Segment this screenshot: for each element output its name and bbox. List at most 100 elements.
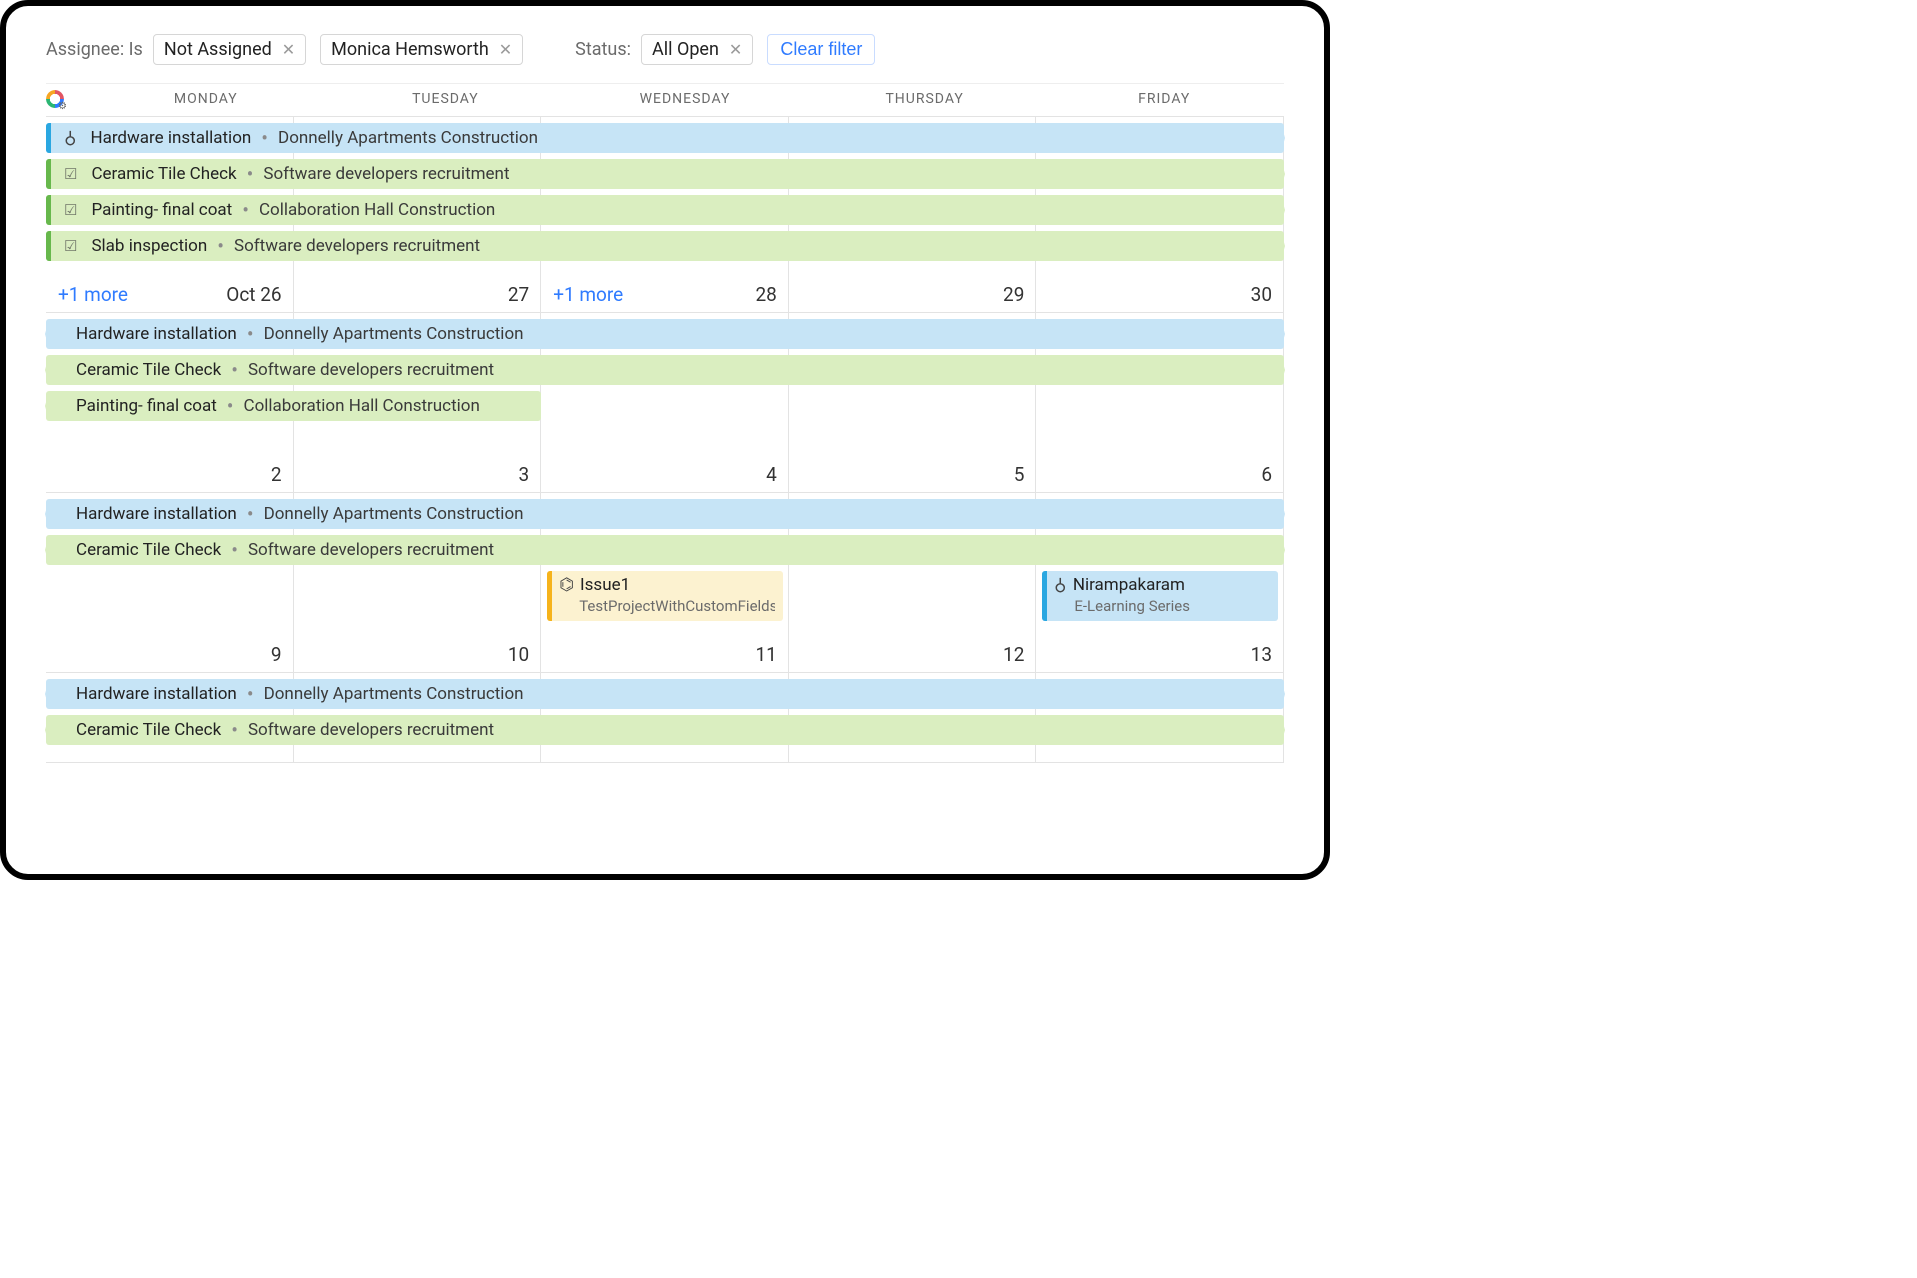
event-project-name: Software developers recruitment <box>248 720 494 740</box>
event-task-name: Ceramic Tile Check <box>76 360 221 380</box>
event-card[interactable]: Nirampakaram E-Learning Series <box>1042 571 1278 621</box>
calendar-week: Hardware installation•Donnelly Apartment… <box>46 673 1284 763</box>
task-icon <box>64 236 83 256</box>
date-row: 2 3 4 5 6 <box>46 463 1284 486</box>
day-header-wed: WEDNESDAY <box>565 91 805 107</box>
event-card-title: Issue1 <box>559 575 630 595</box>
date-number: 30 <box>1251 283 1272 306</box>
gear-icon: ⚙ <box>58 101 68 112</box>
event-bars: Hardware installation•Donnelly Apartment… <box>46 123 1284 261</box>
event-bar[interactable]: Hardware installation•Donnelly Apartment… <box>46 123 1284 153</box>
event-task-name: Slab inspection <box>91 236 207 256</box>
assignee-label: Assignee: Is <box>46 39 143 60</box>
status-label: Status: <box>575 39 631 60</box>
event-project-name: Donnelly Apartments Construction <box>264 504 524 524</box>
event-bars: Hardware installation•Donnelly Apartment… <box>46 319 1284 421</box>
close-icon[interactable]: ✕ <box>729 42 742 58</box>
filter-chip-not-assigned[interactable]: Not Assigned ✕ <box>153 34 306 65</box>
date-number: 3 <box>519 463 530 486</box>
event-bar[interactable]: Hardware installation•Donnelly Apartment… <box>46 679 1284 709</box>
event-task-name: Hardware installation <box>76 324 237 344</box>
calendar-week: Hardware installation•Donnelly Apartment… <box>46 117 1284 313</box>
day-header-fri: FRIDAY <box>1044 91 1284 107</box>
event-bar[interactable]: Ceramic Tile Check•Software developers r… <box>46 535 1284 565</box>
event-card[interactable]: Issue1 TestProjectWithCustomFields <box>547 571 783 621</box>
event-task-name: Ceramic Tile Check <box>91 164 236 184</box>
more-link[interactable]: +1 more <box>58 283 128 306</box>
accent-stripe <box>1042 571 1047 621</box>
date-number: 4 <box>766 463 777 486</box>
date-number: 12 <box>1003 643 1024 666</box>
event-bar[interactable]: Painting- final coat•Collaboration Hall … <box>46 195 1284 225</box>
week-header: ⚙ MONDAY TUESDAY WEDNESDAY THURSDAY FRID… <box>46 90 1284 117</box>
date-number: 29 <box>1003 283 1024 306</box>
accent-stripe <box>46 231 51 261</box>
milestone-icon <box>64 128 82 148</box>
date-number: 11 <box>755 643 776 666</box>
event-project-name: Software developers recruitment <box>248 540 494 560</box>
chip-text: All Open <box>652 39 719 60</box>
event-task-name: Ceramic Tile Check <box>76 540 221 560</box>
accent-stripe <box>46 195 51 225</box>
event-task-name: Hardware installation <box>90 128 251 148</box>
event-bar[interactable]: Ceramic Tile Check•Software developers r… <box>46 355 1284 385</box>
date-number: Oct 26 <box>226 283 281 306</box>
calendar-week: Hardware installation•Donnelly Apartment… <box>46 313 1284 493</box>
event-card-subtitle: TestProjectWithCustomFields <box>559 597 775 615</box>
event-project-name: Software developers recruitment <box>234 236 480 256</box>
date-row: +1 moreOct 2627+1 more282930 <box>46 283 1284 306</box>
task-icon <box>64 164 83 184</box>
date-number: 9 <box>271 643 282 666</box>
event-project-name: Collaboration Hall Construction <box>259 200 495 220</box>
date-number: 27 <box>508 283 529 306</box>
calendar-body: Hardware installation•Donnelly Apartment… <box>46 117 1284 763</box>
filter-chip-status[interactable]: All Open ✕ <box>641 34 753 65</box>
divider <box>46 83 1284 84</box>
date-number: 13 <box>1251 643 1272 666</box>
event-project-name: Donnelly Apartments Construction <box>278 128 538 148</box>
event-card-wrap: Nirampakaram E-Learning Series <box>1036 571 1284 621</box>
date-number: 5 <box>1014 463 1025 486</box>
accent-stripe <box>46 123 51 153</box>
calendar-week: Hardware installation•Donnelly Apartment… <box>46 493 1284 673</box>
event-card-title: Nirampakaram <box>1054 575 1185 595</box>
event-bar[interactable]: Hardware installation•Donnelly Apartment… <box>46 319 1284 349</box>
chip-text: Monica Hemsworth <box>331 39 489 60</box>
accent-stripe <box>46 159 51 189</box>
app-frame: Assignee: Is Not Assigned ✕ Monica Hemsw… <box>0 0 1330 880</box>
event-task-name: Painting- final coat <box>76 396 217 416</box>
event-project-name: Donnelly Apartments Construction <box>264 684 524 704</box>
close-icon[interactable]: ✕ <box>282 42 295 58</box>
filter-chip-monica[interactable]: Monica Hemsworth ✕ <box>320 34 523 65</box>
event-bars: Hardware installation•Donnelly Apartment… <box>46 679 1284 745</box>
date-number: 2 <box>271 463 282 486</box>
event-task-name: Painting- final coat <box>91 200 232 220</box>
event-project-name: Software developers recruitment <box>248 360 494 380</box>
clear-filter-button[interactable]: Clear filter <box>767 34 875 65</box>
event-project-name: Software developers recruitment <box>263 164 509 184</box>
chip-text: Not Assigned <box>164 39 272 60</box>
date-number: 10 <box>508 643 529 666</box>
day-header-thu: THURSDAY <box>805 91 1045 107</box>
day-header-tue: TUESDAY <box>326 91 566 107</box>
event-bar[interactable]: Ceramic Tile Check•Software developers r… <box>46 159 1284 189</box>
accent-stripe <box>547 571 552 621</box>
event-card-wrap: Issue1 TestProjectWithCustomFields <box>541 571 789 621</box>
event-bar[interactable]: Slab inspection•Software developers recr… <box>46 231 1284 261</box>
more-link[interactable]: +1 more <box>553 283 623 306</box>
event-bar[interactable]: Ceramic Tile Check•Software developers r… <box>46 715 1284 745</box>
event-task-name: Hardware installation <box>76 684 237 704</box>
close-icon[interactable]: ✕ <box>499 42 512 58</box>
date-number: 6 <box>1261 463 1272 486</box>
event-bars: Hardware installation•Donnelly Apartment… <box>46 499 1284 565</box>
date-row: 9 10 11 12 13 <box>46 643 1284 666</box>
calendar-settings-button[interactable]: ⚙ <box>46 90 86 108</box>
day-header-mon: MONDAY <box>86 91 326 107</box>
event-bar[interactable]: Hardware installation•Donnelly Apartment… <box>46 499 1284 529</box>
filter-bar: Assignee: Is Not Assigned ✕ Monica Hemsw… <box>46 34 1284 83</box>
task-icon <box>64 200 83 220</box>
event-project-name: Collaboration Hall Construction <box>244 396 480 416</box>
event-card-subtitle: E-Learning Series <box>1054 597 1270 615</box>
event-task-name: Hardware installation <box>76 504 237 524</box>
event-bar[interactable]: Painting- final coat•Collaboration Hall … <box>46 391 541 421</box>
